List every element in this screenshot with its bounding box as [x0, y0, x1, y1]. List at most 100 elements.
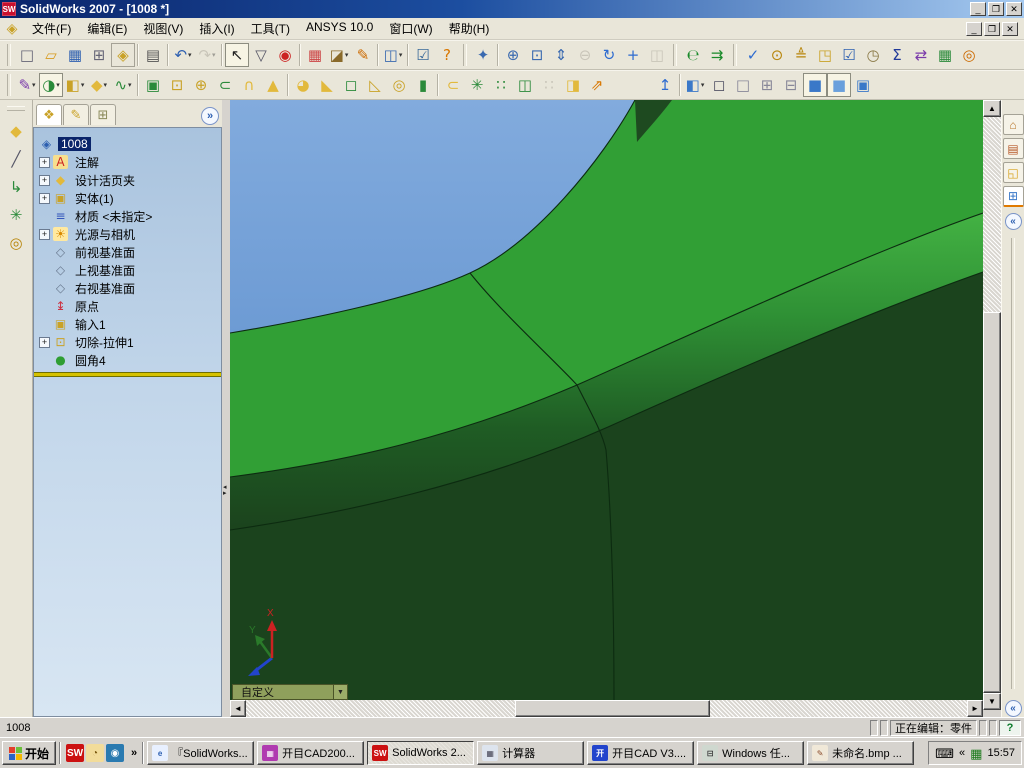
menu-window[interactable]: 窗口(W) — [381, 18, 440, 39]
tray-chevron-icon[interactable]: « — [959, 747, 965, 759]
expand-plus-icon[interactable]: + — [39, 337, 50, 348]
tree-item-solid-bodies[interactable]: + ▣ 实体(1) — [34, 189, 221, 207]
measure-button[interactable]: ⊙ — [765, 43, 789, 67]
reference-plane-button[interactable]: ◆ ▾ — [87, 73, 111, 97]
sweep-button[interactable]: ⊂ — [213, 73, 237, 97]
tab-configurationmanager[interactable]: ⊞ — [90, 104, 116, 125]
menu-ansys[interactable]: ANSYS 10.0 — [298, 18, 381, 39]
hole-wizard-button[interactable]: ◎ — [387, 73, 411, 97]
splitter-handle-icon[interactable]: ◂▸ — [223, 485, 227, 497]
options-button[interactable]: ☑ — [411, 43, 435, 67]
redo-button[interactable]: ↷ ▾ — [195, 43, 219, 67]
view-scale-combobox[interactable]: 自定义 ▼ — [232, 684, 348, 700]
minimize-button[interactable]: _ — [970, 2, 986, 16]
scroll-down-icon[interactable]: ▼ — [983, 693, 1001, 710]
mirror-button[interactable]: ◫ — [513, 73, 537, 97]
collapse-taskpane-button-lower[interactable]: « — [1005, 700, 1022, 717]
collapse-taskpane-button[interactable]: « — [1005, 213, 1022, 230]
tree-item-right-plane[interactable]: + ◇ 右视基准面 — [34, 279, 221, 297]
loft-button[interactable]: ∩ — [237, 73, 261, 97]
flex-button[interactable]: ✳ — [465, 73, 489, 97]
task-windows-task[interactable]: ⊟ Windows 任... — [697, 741, 804, 765]
reference-plane-tool[interactable]: ◆ — [4, 119, 28, 143]
undo-button[interactable]: ↶ ▾ — [171, 43, 195, 67]
quick-launch-overflow-icon[interactable]: » — [129, 747, 139, 759]
make-drawing-button[interactable]: ⊞ — [87, 43, 111, 67]
texture-button[interactable]: ◪ ▾ — [327, 43, 351, 67]
tree-item-top-plane[interactable]: + ◇ 上视基准面 — [34, 261, 221, 279]
task-solidworks-help[interactable]: e 『SolidWorks... — [147, 741, 254, 765]
sketch-tools-button[interactable]: ◧ ▾ — [63, 73, 87, 97]
tree-item-fillet4[interactable]: + ● 圆角4 — [34, 351, 221, 369]
expand-plus-icon[interactable]: + — [39, 175, 50, 186]
ql-edrawings[interactable]: ◔ — [86, 744, 104, 762]
check-button[interactable]: ☑ — [837, 43, 861, 67]
tree-item-material[interactable]: + ≡ 材质 <未指定> — [34, 207, 221, 225]
edrawings-animate-button[interactable]: ℮ — [681, 43, 705, 67]
tree-item-cut-extrude1[interactable]: + ⊡ 切除-拉伸1 — [34, 333, 221, 351]
taskpane-view-palette-tab[interactable]: ⊞ — [1003, 186, 1024, 207]
start-button[interactable]: 开始 — [2, 741, 56, 765]
menu-help[interactable]: 帮助(H) — [441, 18, 498, 39]
task-untitled-bmp[interactable]: ✎ 未命名.bmp ... — [807, 741, 914, 765]
title-bar[interactable]: SW SolidWorks 2007 - [1008 *] _ ❐ ✕ — [0, 0, 1024, 18]
document-menu-icon[interactable]: ◈ — [4, 21, 20, 37]
equations-button[interactable]: Σ — [885, 43, 909, 67]
tree-item-front-plane[interactable]: + ◇ 前视基准面 — [34, 243, 221, 261]
ql-solidworks[interactable]: SW — [66, 744, 84, 762]
expand-plus-icon[interactable]: + — [39, 229, 50, 240]
tree-item-origin[interactable]: + ↨ 原点 — [34, 297, 221, 315]
child-close-button[interactable]: ✕ — [1002, 22, 1018, 36]
graphics-viewport[interactable]: X Y 自定义 ▼ — [230, 100, 983, 700]
restore-button[interactable]: ❐ — [988, 2, 1004, 16]
design-table-button[interactable]: ▦ — [933, 43, 957, 67]
menu-file[interactable]: 文件(F) — [24, 18, 79, 39]
combobox-dropdown-icon[interactable]: ▼ — [333, 685, 347, 699]
vscroll-thumb[interactable] — [983, 312, 1001, 693]
open-file-button[interactable]: ▱ — [39, 43, 63, 67]
combine-button[interactable]: ◨ — [561, 73, 585, 97]
toolbar-grip[interactable] — [7, 106, 25, 111]
horizontal-scrollbar[interactable]: ◄ ► — [230, 700, 983, 717]
appearance-wizard-button[interactable]: ◎ — [957, 43, 981, 67]
expand-plus-icon[interactable]: + — [39, 193, 50, 204]
hidden-lines-removed-button[interactable]: □ — [731, 73, 755, 97]
menu-edit[interactable]: 编辑(E) — [79, 18, 135, 39]
network-status-icon[interactable]: ▦ — [970, 747, 982, 760]
task-solidworks-2007[interactable]: SW SolidWorks 2... — [367, 741, 474, 765]
reference-axis-tool[interactable]: ╱ — [4, 147, 28, 171]
edrawings-publish-button[interactable]: ⇉ — [705, 43, 729, 67]
coordinate-system-tool[interactable]: ↳ — [4, 175, 28, 199]
scroll-up-icon[interactable]: ▲ — [983, 100, 1001, 117]
shell-button[interactable]: ◻ — [339, 73, 363, 97]
scroll-right-icon[interactable]: ► — [967, 700, 983, 717]
view-split-button[interactable]: ◫ ▾ — [381, 43, 405, 67]
rotate-view-button[interactable]: ↻ — [597, 43, 621, 67]
selection-filter-button[interactable]: ▽ — [249, 43, 273, 67]
panel-splitter[interactable]: ◂▸ — [222, 100, 230, 717]
rib-button[interactable]: ▮ — [411, 73, 435, 97]
shaded-button[interactable]: ■ — [827, 73, 851, 97]
rollback-bar[interactable] — [34, 372, 221, 377]
make-assembly-button[interactable]: ◈ — [111, 43, 135, 67]
print-button[interactable]: ▤ — [141, 43, 165, 67]
tree-item-annotations[interactable]: + A 注解 — [34, 153, 221, 171]
new-file-button[interactable]: □ — [15, 43, 39, 67]
normal-to-button[interactable]: ↥ — [653, 73, 677, 97]
save-button[interactable]: ▦ — [63, 43, 87, 67]
hscroll-thumb[interactable] — [515, 700, 710, 717]
extrude-boss-button[interactable]: ▣ — [141, 73, 165, 97]
close-button[interactable]: ✕ — [1006, 2, 1022, 16]
wrap-button[interactable]: ⊂ — [441, 73, 465, 97]
menu-tools[interactable]: 工具(T) — [243, 18, 298, 39]
reference-point-tool[interactable]: ✳ — [4, 203, 28, 227]
edit-color-button[interactable]: ▦ — [303, 43, 327, 67]
taskpane-file-explorer-tab[interactable]: ◱ — [1003, 162, 1024, 183]
revolve-button[interactable]: ⊕ — [189, 73, 213, 97]
spellcheck-button[interactable]: ✓ — [741, 43, 765, 67]
taskpane-splitter[interactable] — [1011, 238, 1015, 689]
chamfer-button[interactable]: ◣ — [315, 73, 339, 97]
fillet-button[interactable]: ◕ — [291, 73, 315, 97]
scroll-left-icon[interactable]: ◄ — [230, 700, 246, 717]
tab-propertymanager[interactable]: ✎ — [63, 104, 89, 125]
